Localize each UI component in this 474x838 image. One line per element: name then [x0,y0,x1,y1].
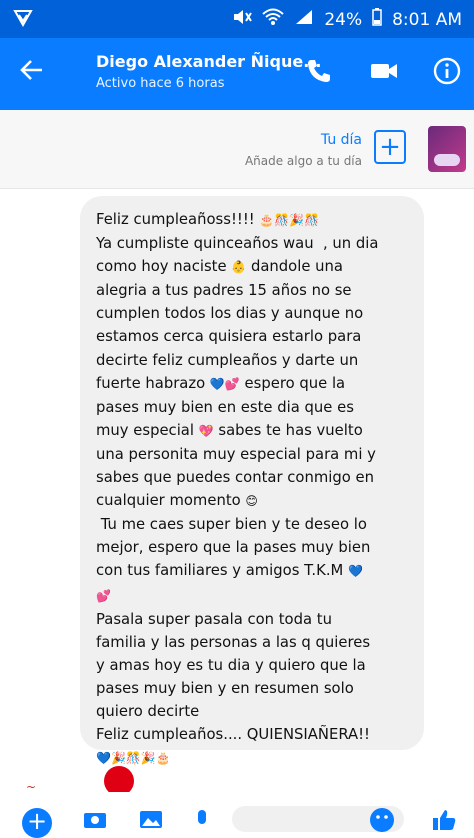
plus-icon[interactable]: + [22,808,52,838]
thumbs-up-icon[interactable] [430,808,456,830]
contact-name[interactable]: Diego Alexander Ñique... [96,52,321,71]
story-subtitle: Añade algo a tu día [244,154,362,168]
mute-icon [232,8,253,31]
image-icon[interactable] [138,808,164,830]
info-icon[interactable] [432,56,466,90]
video-icon[interactable] [368,56,402,90]
add-story-button[interactable]: + [374,130,406,164]
battery-percent: 24% [324,9,363,30]
message-bubble[interactable]: Feliz cumpleañoss!!!! 🎂🎊🎉🎊 Ya cumpliste … [80,196,424,765]
signal-icon [294,8,314,31]
story-avatar[interactable] [428,126,466,172]
emoji-icon[interactable] [368,806,396,834]
wifi-icon [262,8,284,31]
story-title[interactable]: Tu día [321,132,362,148]
mic-icon[interactable] [192,808,218,830]
battery-icon [372,8,382,31]
camera-icon[interactable] [82,808,108,830]
clock: 8:01 AM [392,9,462,30]
contact-status: Activo hace 6 horas [96,76,225,91]
back-arrow-icon[interactable] [18,56,46,84]
plus-icon: + [379,132,401,162]
conversation-header: Diego Alexander Ñique... Activo hace 6 h… [0,38,474,110]
phone-icon[interactable] [304,56,338,90]
status-bar: 24% 8:01 AM [0,0,474,38]
messenger-notification-icon [12,7,34,34]
